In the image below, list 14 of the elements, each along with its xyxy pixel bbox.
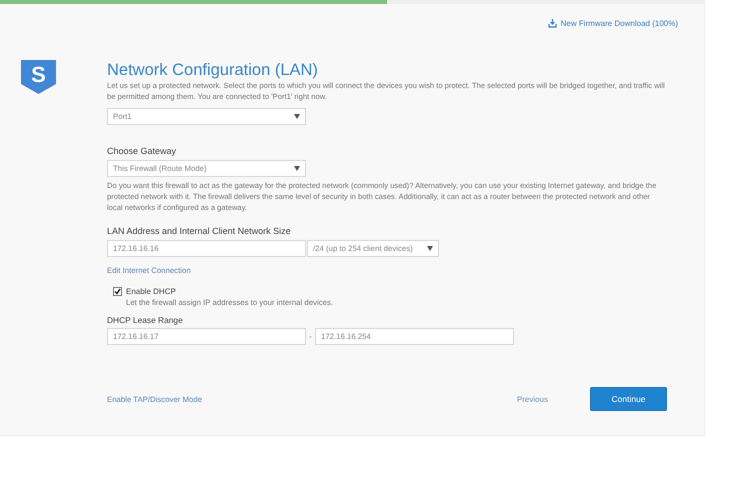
field-label: DHCP Lease Range <box>107 315 184 325</box>
field-label: Choose Gateway <box>107 146 178 156</box>
page-title: Network Configuration (LAN) <box>107 60 319 80</box>
firmware-download-link[interactable]: New Firmware Download (100%) <box>548 19 678 28</box>
dropdown-caret-icon <box>294 166 300 171</box>
dropdown-caret-icon <box>294 114 300 119</box>
download-icon <box>548 19 557 28</box>
shield-logo: S <box>21 60 56 94</box>
dhcp-checkbox[interactable] <box>113 287 122 296</box>
dropdown-caret-icon <box>427 246 433 251</box>
previous-button[interactable]: Previous <box>516 394 548 404</box>
checkbox-label: Enable DHCP <box>126 287 176 296</box>
continue-button[interactable]: Continue <box>590 387 667 411</box>
field-label: LAN Address and Internal Client Network Size <box>107 226 292 236</box>
